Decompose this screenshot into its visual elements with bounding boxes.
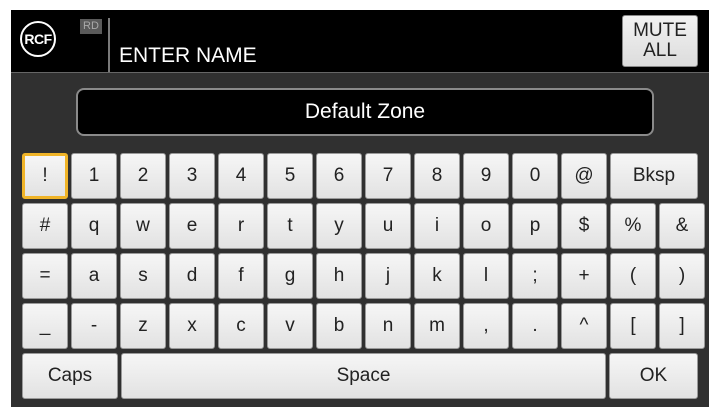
- key-v[interactable]: v: [267, 303, 313, 349]
- key-k[interactable]: k: [414, 253, 460, 299]
- key-b[interactable]: b: [316, 303, 362, 349]
- key-hash[interactable]: #: [22, 203, 68, 249]
- key-7[interactable]: 7: [365, 153, 411, 199]
- key-m[interactable]: m: [414, 303, 460, 349]
- title-divider: [108, 18, 110, 72]
- rcf-logo: RCF: [20, 21, 56, 57]
- key-underscore[interactable]: _: [22, 303, 68, 349]
- key-ok[interactable]: OK: [609, 353, 698, 399]
- key-z[interactable]: z: [120, 303, 166, 349]
- key-caret[interactable]: ^: [561, 303, 607, 349]
- key-j[interactable]: j: [365, 253, 411, 299]
- key-percent[interactable]: %: [610, 203, 656, 249]
- key-h[interactable]: h: [316, 253, 362, 299]
- key-8[interactable]: 8: [414, 153, 460, 199]
- key-1[interactable]: 1: [71, 153, 117, 199]
- keyboard-screen: RCF RD ENTER NAME MUTE ALL Default Zone …: [0, 0, 709, 407]
- key-close-paren[interactable]: ): [659, 253, 705, 299]
- key-f[interactable]: f: [218, 253, 264, 299]
- key-6[interactable]: 6: [316, 153, 362, 199]
- rd-badge: RD: [80, 19, 102, 34]
- key-q[interactable]: q: [71, 203, 117, 249]
- key-5[interactable]: 5: [267, 153, 313, 199]
- key-ampersand[interactable]: &: [659, 203, 705, 249]
- key-r[interactable]: r: [218, 203, 264, 249]
- key-period[interactable]: .: [512, 303, 558, 349]
- key-bksp[interactable]: Bksp: [610, 153, 698, 199]
- key-dollar[interactable]: $: [561, 203, 607, 249]
- key-0[interactable]: 0: [512, 153, 558, 199]
- page-title: ENTER NAME: [119, 44, 257, 67]
- key-s[interactable]: s: [120, 253, 166, 299]
- key-x[interactable]: x: [169, 303, 215, 349]
- key-semicolon[interactable]: ;: [512, 253, 558, 299]
- key-comma[interactable]: ,: [463, 303, 509, 349]
- key-t[interactable]: t: [267, 203, 313, 249]
- key-w[interactable]: w: [120, 203, 166, 249]
- key-g[interactable]: g: [267, 253, 313, 299]
- key-y[interactable]: y: [316, 203, 362, 249]
- key-e[interactable]: e: [169, 203, 215, 249]
- name-input[interactable]: Default Zone: [76, 88, 654, 136]
- top-bar: RCF RD ENTER NAME MUTE ALL: [11, 10, 709, 72]
- mute-all-button[interactable]: MUTE ALL: [622, 15, 698, 67]
- key-exclamation[interactable]: !: [22, 153, 68, 199]
- key-3[interactable]: 3: [169, 153, 215, 199]
- key-2[interactable]: 2: [120, 153, 166, 199]
- key-at[interactable]: @: [561, 153, 607, 199]
- mute-all-label-line2: ALL: [643, 40, 677, 61]
- key-u[interactable]: u: [365, 203, 411, 249]
- key-p[interactable]: p: [512, 203, 558, 249]
- key-plus[interactable]: +: [561, 253, 607, 299]
- key-open-bracket[interactable]: [: [610, 303, 656, 349]
- key-d[interactable]: d: [169, 253, 215, 299]
- key-l[interactable]: l: [463, 253, 509, 299]
- keyboard-panel: Default Zone ! 1 2 3 4 5 6 7 8 9 0 @ Bksp # q w e r t y u i o p…: [11, 72, 709, 407]
- key-close-bracket[interactable]: ]: [659, 303, 705, 349]
- key-c[interactable]: c: [218, 303, 264, 349]
- key-caps[interactable]: Caps: [22, 353, 118, 399]
- key-open-paren[interactable]: (: [610, 253, 656, 299]
- key-4[interactable]: 4: [218, 153, 264, 199]
- key-9[interactable]: 9: [463, 153, 509, 199]
- key-i[interactable]: i: [414, 203, 460, 249]
- key-n[interactable]: n: [365, 303, 411, 349]
- key-space[interactable]: Space: [121, 353, 606, 399]
- key-o[interactable]: o: [463, 203, 509, 249]
- mute-all-label-line1: MUTE: [633, 20, 687, 41]
- key-a[interactable]: a: [71, 253, 117, 299]
- key-minus[interactable]: -: [71, 303, 117, 349]
- key-equals[interactable]: =: [22, 253, 68, 299]
